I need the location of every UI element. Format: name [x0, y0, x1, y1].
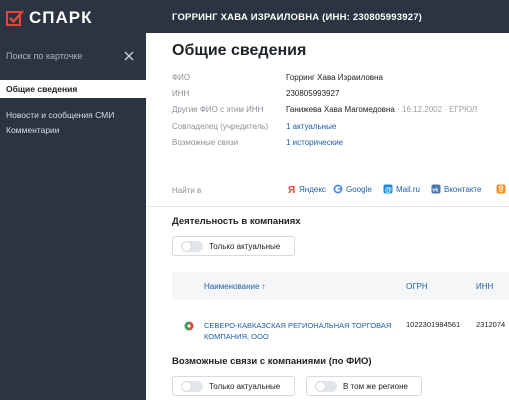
inn-value: 230805993927 — [286, 89, 340, 98]
card-search-input[interactable] — [6, 51, 124, 61]
vk-link[interactable]: vk Вконтакте — [431, 184, 481, 194]
column-inn[interactable]: ИНН — [476, 282, 493, 291]
toggle-switch[interactable] — [181, 240, 203, 252]
odnoklassniki-icon[interactable] — [496, 184, 506, 194]
other-fio-value: Ганижева Хава Магомедовна · 16.12.2002 ·… — [286, 105, 477, 114]
header-bar: ГОРРИНГ ХАВА ИЗРАИЛОВНА (ИНН: 2308059939… — [146, 0, 509, 33]
sidebar: СПАРК Общие сведения Новости и сообщения… — [0, 0, 146, 400]
table-header: Наименование ↑ ОГРН ИНН — [172, 272, 509, 300]
links-actual-label: Только актуальные — [209, 381, 281, 391]
close-icon[interactable] — [124, 51, 134, 61]
activity-actual-toggle[interactable]: Только актуальные — [172, 236, 295, 256]
activity-actual-label: Только актуальные — [209, 241, 281, 251]
activity-title: Деятельность в компаниях — [172, 216, 301, 227]
page-title: Общие сведения — [172, 42, 307, 59]
mailru-label: Mail.ru — [396, 184, 421, 194]
links-region-label: В том же регионе — [343, 381, 408, 391]
possible-links-title: Возможные связи с компаниями (по ФИО) — [172, 356, 372, 367]
find-in-label: Найти в — [172, 186, 202, 195]
inn-label: ИНН — [172, 89, 190, 98]
other-fio-name: Ганижева Хава Магомедовна — [286, 105, 395, 114]
divider — [146, 206, 509, 207]
toggle-switch[interactable] — [181, 380, 203, 392]
vk-label: Вконтакте — [444, 184, 482, 194]
owner-link[interactable]: 1 актуальные — [286, 122, 336, 131]
links-link[interactable]: 1 исторические — [286, 138, 343, 147]
company-inn: 2312074 — [476, 320, 506, 329]
column-ogrn[interactable]: ОГРН — [406, 282, 428, 291]
company-ogrn: 1022301984561 — [406, 320, 461, 329]
yandex-icon: Я — [288, 185, 295, 194]
svg-text:@: @ — [385, 187, 392, 194]
links-actual-toggle[interactable]: Только актуальные — [172, 376, 295, 396]
check-logo-icon — [6, 10, 24, 26]
column-name[interactable]: Наименование ↑ — [204, 282, 266, 291]
sidebar-item-comments[interactable]: Комментарии — [6, 125, 60, 135]
logo-text: СПАРК — [29, 8, 93, 27]
logo[interactable]: СПАРК — [6, 8, 93, 28]
status-active-icon — [184, 321, 194, 331]
sidebar-item-general[interactable]: Общие сведения — [0, 80, 146, 98]
company-link[interactable]: СЕВЕРО-КАВКАЗСКАЯ РЕГИОНАЛЬНАЯ ТОРГОВАЯ … — [204, 320, 394, 342]
svg-text:Я: Я — [288, 185, 295, 194]
mailru-icon: @ — [383, 184, 393, 194]
other-fio-label: Другие ФИО с этим ИНН — [172, 105, 264, 114]
main-panel: ГОРРИНГ ХАВА ИЗРАИЛОВНА (ИНН: 2308059939… — [146, 0, 509, 400]
header-title: ГОРРИНГ ХАВА ИЗРАИЛОВНА (ИНН: 2308059939… — [172, 12, 423, 23]
other-fio-meta: · 16.12.2002 · ЕГРЮЛ — [397, 105, 478, 114]
owner-label: Совладелец (учредитель) — [172, 122, 269, 131]
fio-label: ФИО — [172, 73, 191, 82]
yandex-link[interactable]: Я Яндекс — [286, 184, 326, 195]
google-icon — [333, 184, 343, 194]
google-link[interactable]: Google — [333, 184, 372, 194]
mailru-link[interactable]: @ Mail.ru — [383, 184, 420, 194]
links-label: Возможные связи — [172, 138, 239, 147]
google-label: Google — [346, 184, 372, 194]
fio-value: Горринг Хава Израиловна — [286, 73, 383, 82]
links-region-toggle[interactable]: В том же регионе — [306, 376, 422, 396]
vk-icon: vk — [431, 184, 441, 194]
card-search — [6, 46, 134, 66]
toggle-switch[interactable] — [315, 380, 337, 392]
yandex-label: Яндекс — [299, 184, 326, 194]
svg-text:vk: vk — [432, 188, 439, 194]
sidebar-item-news[interactable]: Новости и сообщения СМИ — [6, 110, 114, 120]
